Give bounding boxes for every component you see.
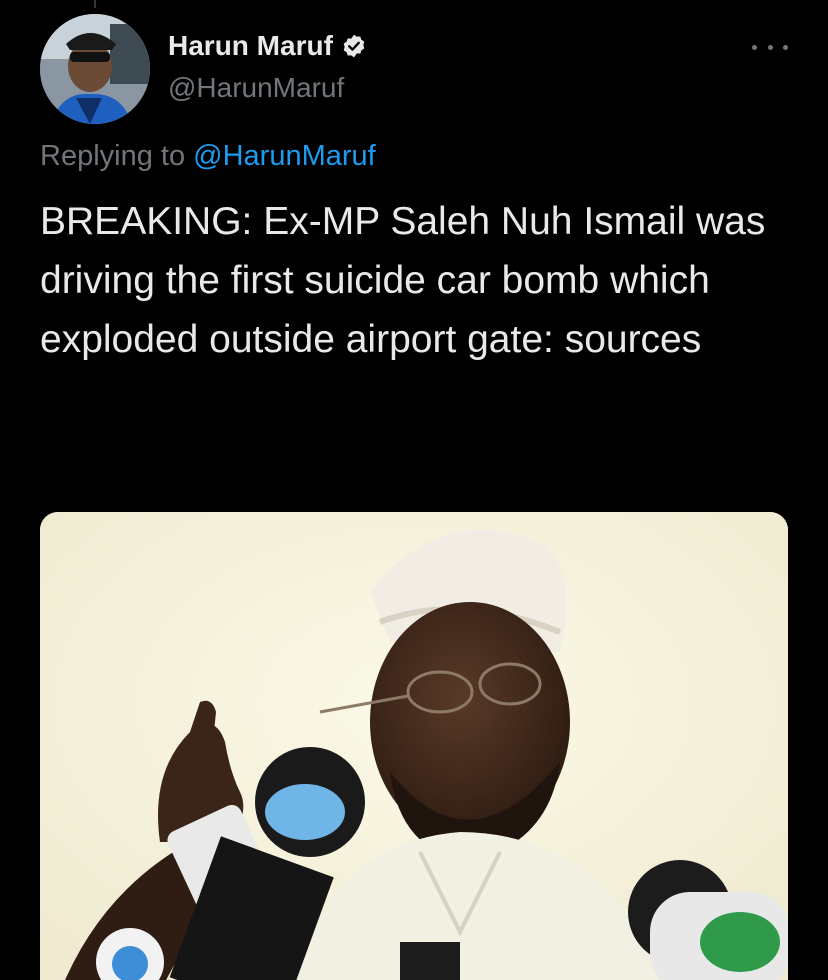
more-dot	[752, 44, 757, 50]
media-photo-image	[40, 512, 788, 980]
replying-to-line: Replying to @HarunMaruf	[40, 138, 376, 174]
more-horizontal-icon[interactable]	[752, 36, 788, 58]
author-handle[interactable]: @HarunMaruf	[168, 70, 344, 106]
verified-badge-icon	[341, 33, 367, 59]
tweet-media-photo[interactable]	[40, 512, 788, 980]
more-dot	[767, 44, 773, 50]
reply-mention-link[interactable]: @HarunMaruf	[193, 140, 376, 172]
avatar-photo	[40, 14, 150, 124]
tweet-text: BREAKING: Ex-MP Saleh Nuh Ismail was dri…	[40, 200, 766, 361]
author-display-name[interactable]: Harun Maruf	[168, 28, 333, 64]
replying-to-label: Replying to	[40, 140, 194, 172]
author-avatar[interactable]	[40, 14, 150, 124]
author-name-row: Harun Maruf	[168, 28, 367, 64]
thread-connector-line	[94, 0, 96, 8]
more-dot	[783, 44, 788, 50]
